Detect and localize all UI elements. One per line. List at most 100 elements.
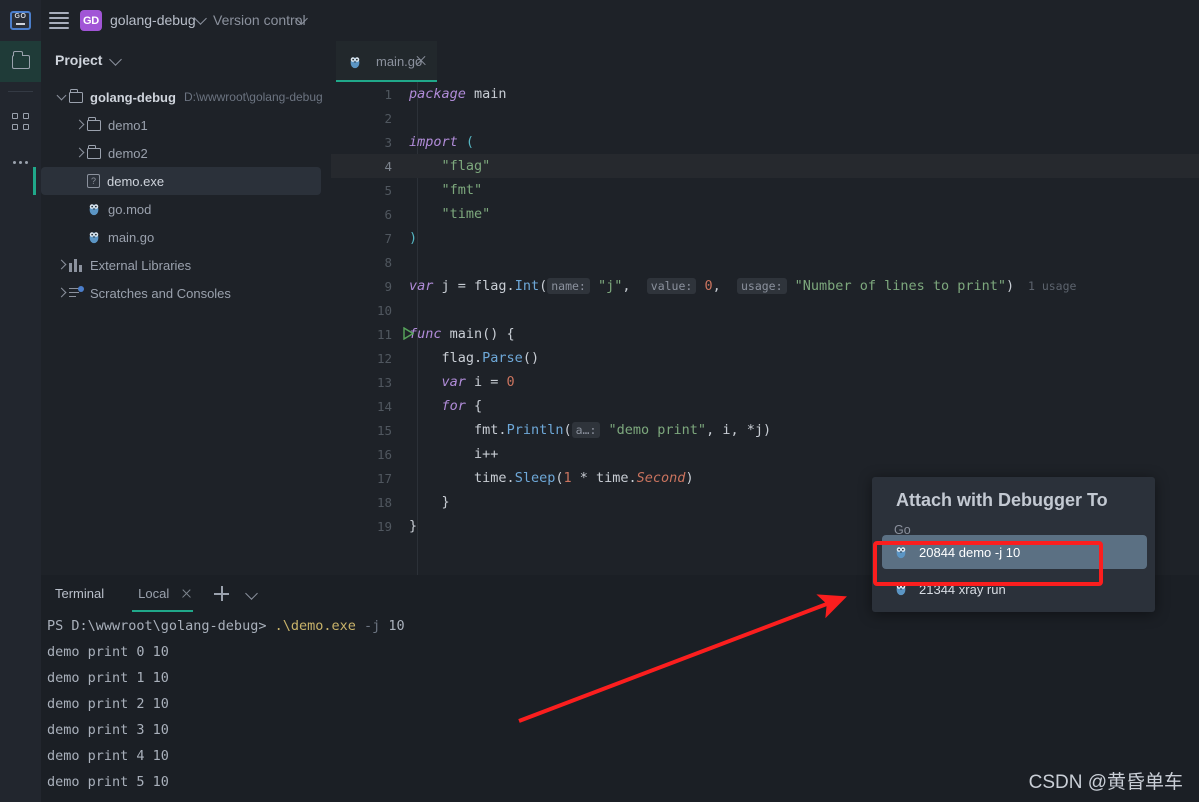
tree-spacer [73, 202, 87, 216]
code-line[interactable]: 2 [331, 106, 1199, 130]
project-panel-chevron-down-icon[interactable] [110, 53, 123, 66]
code-line[interactable]: 7) [331, 226, 1199, 250]
line-number: 17 [331, 471, 401, 486]
code-token: . [507, 470, 515, 486]
code-token: 0 [507, 374, 515, 390]
line-number: 7 [331, 231, 401, 246]
chevron-down-icon[interactable] [55, 90, 69, 104]
code-token: Sleep [515, 470, 556, 486]
terminal-text: demo print 0 10 [47, 644, 169, 660]
code-text: "fmt" [401, 182, 482, 198]
code-line[interactable]: 4 "flag" [331, 154, 1199, 178]
go-file-icon [348, 55, 362, 69]
code-token: } [442, 494, 450, 510]
code-token: for [442, 398, 466, 414]
commit-tool-icon[interactable] [0, 101, 41, 142]
code-text: "flag" [401, 158, 490, 174]
tree-item-label: demo.exe [107, 174, 164, 189]
tree-spacer [73, 174, 87, 188]
go-mod-icon [87, 202, 101, 216]
code-line[interactable]: 8 [331, 250, 1199, 274]
tree-item-go-mod[interactable]: go.mod [41, 195, 331, 223]
line-number: 1 [331, 87, 401, 102]
tree-item-demo-exe[interactable]: ? demo.exe [41, 167, 321, 195]
chevron-right-icon[interactable] [73, 146, 87, 160]
code-text: } [401, 518, 417, 534]
project-chevron-down-icon[interactable] [194, 12, 207, 25]
code-token [409, 350, 442, 366]
close-icon[interactable] [181, 588, 192, 599]
editor-tab-bar: main.go [331, 41, 1199, 82]
code-text: ) [401, 230, 417, 246]
project-panel-header[interactable]: Project [41, 41, 331, 78]
code-text: import ( [401, 134, 474, 150]
chevron-right-icon[interactable] [73, 118, 87, 132]
project-name-label[interactable]: golang-debug [110, 12, 196, 28]
line-number: 19 [331, 519, 401, 534]
line-number: 16 [331, 447, 401, 462]
code-line[interactable]: 15 fmt.Println(a…: "demo print", i, *j) [331, 418, 1199, 442]
project-badge: GD [80, 10, 102, 31]
code-token: flag [442, 350, 475, 366]
code-token: Parse [482, 350, 523, 366]
binary-file-icon: ? [87, 174, 100, 188]
tree-item-demo2[interactable]: demo2 [41, 139, 331, 167]
terminal-tab-local[interactable]: Local [138, 575, 169, 612]
code-token: . [474, 350, 482, 366]
terminal-text: demo print 1 10 [47, 670, 169, 686]
code-line[interactable]: 12 flag.Parse() [331, 346, 1199, 370]
code-text: var i = 0 [401, 374, 515, 390]
terminal-text: demo print 4 10 [47, 748, 169, 764]
code-token: Second [637, 470, 686, 486]
close-icon[interactable] [415, 55, 427, 67]
code-line[interactable]: 9var j = flag.Int(name: "j", value: 0, u… [331, 274, 1199, 298]
chevron-right-icon[interactable] [55, 286, 69, 300]
code-token [409, 158, 442, 174]
project-tool-icon[interactable] [0, 41, 41, 82]
code-token: i = [466, 374, 507, 390]
editor-tab-main-go[interactable]: main.go [336, 41, 437, 82]
tree-item-label: go.mod [108, 202, 151, 217]
go-logo-text: GO [15, 13, 27, 21]
code-token: ) [685, 470, 693, 486]
code-token: value: [647, 278, 697, 294]
code-line[interactable]: 16 i++ [331, 442, 1199, 466]
tree-item-label: golang-debug [90, 90, 176, 105]
tree-item-external-libraries[interactable]: External Libraries [41, 251, 331, 279]
annotation-arrow [505, 585, 855, 730]
code-token: import [409, 134, 458, 150]
plus-icon[interactable] [214, 586, 229, 601]
folder-icon [12, 55, 30, 69]
code-line[interactable]: 10 [331, 298, 1199, 322]
chevron-right-icon[interactable] [55, 258, 69, 272]
hamburger-menu-icon[interactable] [49, 12, 69, 28]
code-token: i++ [474, 446, 498, 462]
code-line[interactable]: 6 "time" [331, 202, 1199, 226]
chevron-down-icon[interactable] [245, 587, 258, 600]
title-bar: GO GD golang-debug Version control [0, 0, 1199, 41]
code-token: var [442, 374, 466, 390]
tree-item-demo1[interactable]: demo1 [41, 111, 331, 139]
code-token: "time" [442, 206, 491, 222]
tree-item-golang-debug[interactable]: golang-debugD:\wwwroot\golang-debug [41, 83, 331, 111]
tree-item-scratches-and-consoles[interactable]: Scratches and Consoles [41, 279, 331, 307]
code-token: 1 [563, 470, 571, 486]
terminal-title: Terminal [55, 586, 104, 601]
code-token: usage: [737, 278, 787, 294]
code-token: ) [1006, 278, 1014, 294]
line-number: 11 [331, 327, 401, 342]
code-token [409, 206, 442, 222]
inlay-usage-hint[interactable]: 1 usage [1014, 279, 1076, 293]
code-line[interactable]: 13 var i = 0 [331, 370, 1199, 394]
code-token: 0 [704, 278, 712, 294]
code-line[interactable]: 3import ( [331, 130, 1199, 154]
code-token: . [498, 422, 506, 438]
popup-title: Attach with Debugger To [896, 490, 1108, 511]
code-line[interactable]: 5 "fmt" [331, 178, 1199, 202]
code-line[interactable]: 11func main() { [331, 322, 1199, 346]
tree-item-main-go[interactable]: main.go [41, 223, 331, 251]
run-gutter-icon[interactable] [403, 327, 414, 340]
code-line[interactable]: 1package main [331, 82, 1199, 106]
version-control-label[interactable]: Version control [213, 12, 306, 28]
code-line[interactable]: 14 for { [331, 394, 1199, 418]
